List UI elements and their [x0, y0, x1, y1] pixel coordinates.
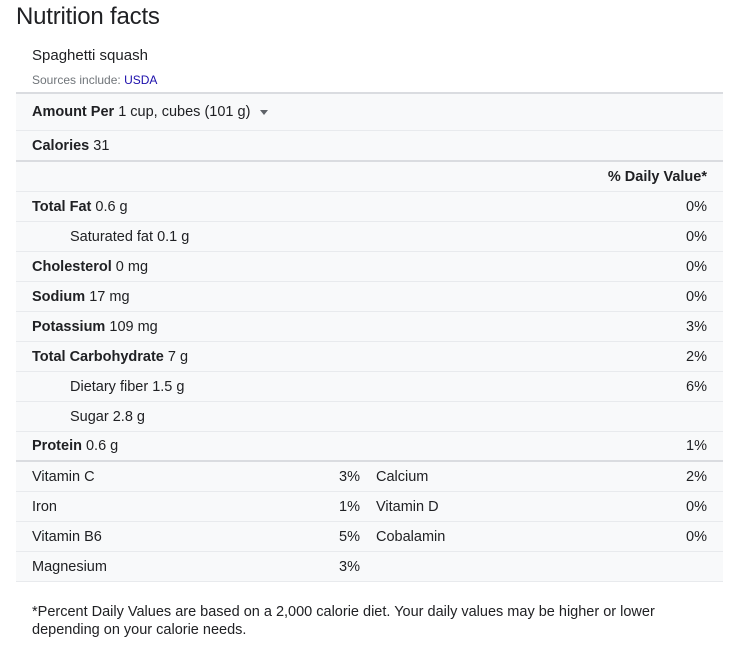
- vitamin-daily-value: 3%: [339, 468, 360, 485]
- serving-size-dropdown[interactable]: Amount Per 1 cup, cubes (101 g): [32, 104, 269, 120]
- nutrient-row: Potassium 109 mg 3%: [16, 312, 723, 342]
- nutrient-row: Cholesterol 0 mg 0%: [16, 252, 723, 282]
- nutrient-label: Sugar 2.8 g: [32, 409, 707, 425]
- nutrient-label: Saturated fat 0.1 g: [32, 229, 686, 245]
- nutrition-table: Amount Per 1 cup, cubes (101 g) Calories…: [16, 92, 723, 582]
- nutrient-daily-value: 0%: [686, 258, 707, 275]
- food-name: Spaghetti squash: [32, 47, 148, 64]
- nutrient-name: Dietary fiber: [70, 378, 149, 395]
- vitamin-cell: Vitamin B6 5%: [16, 529, 360, 545]
- vitamin-row: Magnesium 3%: [16, 552, 723, 582]
- calories-label: Calories: [32, 137, 90, 154]
- nutrient-label: Protein 0.6 g: [32, 438, 686, 454]
- nutrient-amount: 0 mg: [115, 258, 149, 275]
- nutrient-amount: 0.6 g: [85, 438, 119, 454]
- nutrient-name: Protein: [32, 438, 82, 454]
- page-title: Nutrition facts: [16, 3, 160, 30]
- vitamin-cell: Vitamin D 0%: [360, 499, 723, 515]
- nutrient-label: Total Carbohydrate 7 g: [32, 349, 686, 365]
- vitamin-label: Calcium: [376, 468, 429, 485]
- vitamin-label: Vitamin B6: [32, 528, 102, 545]
- nutrient-label: Dietary fiber 1.5 g: [32, 379, 686, 395]
- vitamin-cell: Calcium 2%: [360, 469, 723, 485]
- serving-size-row: Amount Per 1 cup, cubes (101 g): [16, 94, 723, 131]
- vitamin-daily-value: 2%: [686, 468, 707, 485]
- nutrient-daily-value: 0%: [686, 198, 707, 215]
- nutrient-amount: 2.8 g: [112, 408, 145, 425]
- vitamin-row: Vitamin C 3% Calcium 2%: [16, 462, 723, 492]
- calories-row: Calories 31: [16, 131, 723, 162]
- nutrient-amount: 0.1 g: [157, 228, 190, 245]
- nutrient-label: Cholesterol 0 mg: [32, 259, 686, 275]
- vitamin-daily-value: 1%: [339, 498, 360, 515]
- vitamin-label: Cobalamin: [376, 528, 446, 545]
- usda-link[interactable]: USDA: [124, 73, 157, 87]
- footnote: *Percent Daily Values are based on a 2,0…: [32, 604, 655, 638]
- vitamin-cell: Magnesium 3%: [16, 559, 360, 575]
- vitamin-label: Vitamin C: [32, 468, 95, 485]
- nutrient-amount: 17 mg: [89, 288, 130, 305]
- vitamin-daily-value: 5%: [339, 528, 360, 545]
- serving-label: Amount Per: [32, 104, 115, 120]
- nutrient-row: Sodium 17 mg 0%: [16, 282, 723, 312]
- daily-value-header-row: % Daily Value*: [16, 162, 723, 192]
- vitamin-daily-value: 0%: [686, 498, 707, 515]
- nutrient-row: Protein 0.6 g 1%: [16, 432, 723, 462]
- nutrient-name: Cholesterol: [32, 258, 112, 275]
- vitamin-label: Iron: [32, 498, 57, 515]
- nutrient-daily-value: 0%: [686, 228, 707, 245]
- sources-label: Sources include:: [32, 73, 121, 87]
- nutrient-label: Total Fat 0.6 g: [32, 199, 686, 215]
- nutrient-name: Potassium: [32, 318, 106, 335]
- vitamin-cell: Iron 1%: [16, 499, 360, 515]
- nutrient-label: Potassium 109 mg: [32, 319, 686, 335]
- nutrient-name: Sugar: [70, 408, 109, 425]
- nutrient-row: Total Fat 0.6 g 0%: [16, 192, 723, 222]
- sources-line: Sources include: USDA: [32, 73, 157, 87]
- nutrient-daily-value: 0%: [686, 288, 707, 305]
- nutrient-name: Total Carbohydrate: [32, 348, 164, 365]
- nutrient-row: Total Carbohydrate 7 g 2%: [16, 342, 723, 372]
- vitamin-cell: Vitamin C 3%: [16, 469, 360, 485]
- nutrient-amount: 1.5 g: [152, 378, 185, 395]
- vitamin-label: Magnesium: [32, 558, 107, 575]
- vitamin-row: Vitamin B6 5% Cobalamin 0%: [16, 522, 723, 552]
- nutrient-row: Saturated fat 0.1 g 0%: [16, 222, 723, 252]
- nutrient-amount: 109 mg: [109, 318, 158, 335]
- daily-value-header: % Daily Value*: [607, 168, 707, 185]
- vitamin-row: Iron 1% Vitamin D 0%: [16, 492, 723, 522]
- nutrient-daily-value: 2%: [686, 348, 707, 365]
- nutrient-amount: 7 g: [167, 348, 189, 365]
- dropdown-caret-icon: [260, 109, 269, 115]
- vitamin-daily-value: 3%: [339, 558, 360, 575]
- nutrient-amount: 0.6 g: [95, 198, 128, 215]
- calories-value: 31: [93, 137, 110, 154]
- nutrient-name: Sodium: [32, 288, 86, 305]
- nutrient-row: Dietary fiber 1.5 g 6%: [16, 372, 723, 402]
- vitamin-daily-value: 0%: [686, 528, 707, 545]
- nutrient-name: Saturated fat: [70, 228, 154, 245]
- nutrient-daily-value: 3%: [686, 318, 707, 335]
- nutrient-label: Sodium 17 mg: [32, 289, 686, 305]
- nutrient-daily-value: 6%: [686, 378, 707, 395]
- nutrient-name: Total Fat: [32, 198, 92, 215]
- serving-value: 1 cup, cubes (101 g): [118, 104, 251, 120]
- nutrient-row: Sugar 2.8 g: [16, 402, 723, 432]
- vitamin-cell: Cobalamin 0%: [360, 529, 723, 545]
- vitamin-label: Vitamin D: [376, 498, 439, 515]
- nutrient-daily-value: 1%: [686, 438, 707, 454]
